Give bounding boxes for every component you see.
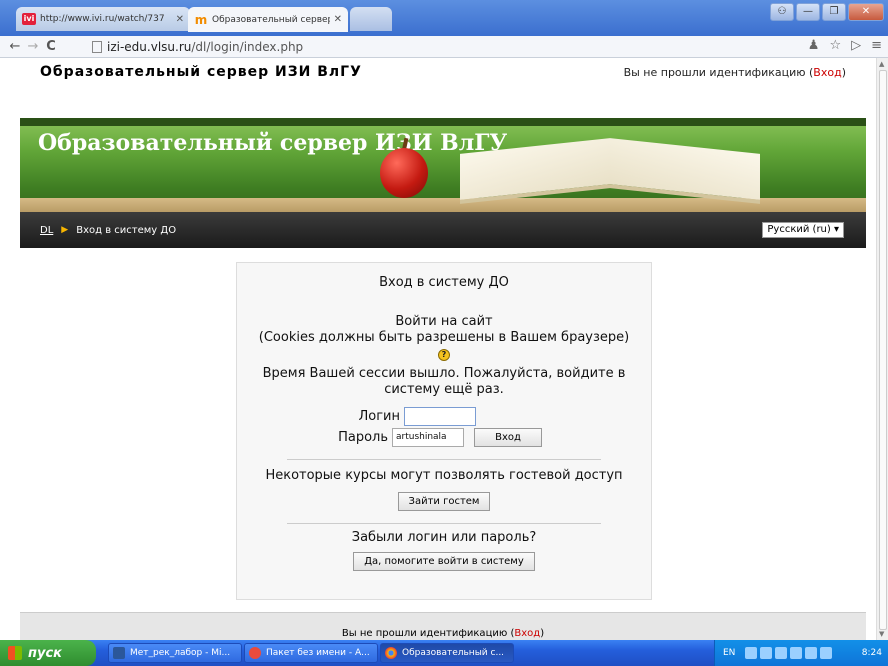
browser-toolbar: ← → C izi-edu.vlsu.ru /dl/login/index.ph… — [0, 36, 888, 58]
login-status-suffix: ) — [841, 66, 846, 79]
taskbar-item-app[interactable]: Пакет без имени - А... — [244, 643, 378, 663]
language-select[interactable]: Русский (ru) ▾ — [762, 222, 844, 238]
browser-titlebar: ivi http://www.ivi.ru/watch/737 ✕ m Обра… — [0, 0, 888, 36]
tab-title: Образовательный сервер И — [212, 14, 330, 25]
apple-image — [380, 148, 428, 198]
breadcrumb-home[interactable]: DL — [40, 225, 53, 236]
taskbar-item-word[interactable]: Мет_рек_лабор - Mi... — [108, 643, 242, 663]
login-form: Логин Пароль artushinala Вход — [237, 406, 651, 447]
breadcrumb-current: Вход в систему ДО — [76, 224, 177, 236]
login-box: Вход в систему ДО Войти на сайт (Cookies… — [236, 262, 652, 600]
input-language[interactable]: EN — [723, 648, 735, 658]
tray-icon[interactable] — [760, 647, 773, 659]
web-page: Образовательный сервер ИЗИ ВлГУ Вы не пр… — [0, 58, 876, 640]
taskbar-item-label: Пакет без имени - А... — [266, 648, 370, 658]
help-icon[interactable]: ? — [438, 349, 450, 361]
login-button[interactable]: Вход — [474, 427, 542, 447]
reload-icon[interactable]: C — [42, 39, 60, 54]
system-tray: EN 8:24 — [714, 640, 888, 666]
url-host: izi-edu.vlsu.ru — [107, 40, 192, 54]
address-bar[interactable]: izi-edu.vlsu.ru /dl/login/index.php — [92, 38, 792, 56]
footer-login-status: Вы не прошли идентификацию ( — [341, 628, 515, 639]
vertical-scrollbar[interactable]: ▲ ▼ — [876, 58, 888, 640]
tab-close-icon[interactable]: ✕ — [334, 14, 342, 25]
tab-close-icon[interactable]: ✕ — [176, 14, 184, 25]
url-path: /dl/login/index.php — [191, 40, 304, 54]
site-header: Образовательный сервер ИЗИ ВлГУ Вы не пр… — [20, 58, 866, 118]
username-label: Логин — [358, 408, 400, 424]
login-heading: Вход в систему ДО — [379, 275, 509, 290]
banner-top-strip — [20, 118, 866, 126]
footer-login-link[interactable]: Вход — [514, 628, 540, 639]
tray-icon[interactable] — [790, 647, 803, 659]
tray-icon[interactable] — [805, 647, 818, 659]
back-arrow-icon[interactable]: ← — [6, 39, 24, 54]
window-controls: ⚇ — ❐ ✕ — [770, 3, 884, 21]
start-button[interactable]: пуск — [0, 640, 96, 666]
taskbar-item-chrome[interactable]: Образовательный с... — [380, 643, 514, 663]
chrome-icon — [385, 647, 397, 659]
password-label: Пароль — [338, 429, 388, 445]
navbar: DL ▶ Вход в систему ДО Русский (ru) ▾ — [20, 212, 866, 248]
app-icon — [249, 647, 261, 659]
divider — [287, 523, 601, 524]
username-input[interactable] — [404, 406, 476, 426]
password-input[interactable]: artushinala — [392, 427, 464, 447]
menu-icon[interactable]: ≡ — [871, 38, 882, 53]
page-icon — [92, 41, 102, 53]
login-subtitle: Войти на сайт (Cookies должны быть разре… — [237, 314, 651, 362]
taskbar-item-label: Образовательный с... — [402, 648, 505, 658]
scroll-up-icon[interactable]: ▲ — [879, 60, 884, 68]
start-label: пуск — [28, 645, 62, 661]
login-link[interactable]: Вход — [813, 66, 841, 79]
login-status-text: Вы не прошли идентификацию ( — [623, 66, 814, 79]
minimize-button[interactable]: — — [796, 3, 820, 21]
forward-arrow-icon[interactable]: → — [24, 39, 42, 54]
tab-title: http://www.ivi.ru/watch/737 — [40, 14, 165, 24]
guest-login-button[interactable]: Зайти гостем — [397, 492, 491, 511]
bookmark-star-icon[interactable]: ☆ — [829, 38, 841, 53]
site-title: Образовательный сервер ИЗИ ВлГУ — [40, 64, 362, 80]
page-frame: Образовательный сервер ИЗИ ВлГУ Вы не пр… — [20, 58, 866, 640]
scrollbar-thumb[interactable] — [879, 70, 887, 630]
word-icon — [113, 647, 125, 659]
new-tab-button[interactable] — [350, 7, 392, 31]
scroll-down-icon[interactable]: ▼ — [879, 630, 884, 638]
login-status: Вы не прошли идентификацию (Вход) — [624, 66, 846, 79]
ivi-favicon-icon: ivi — [22, 13, 36, 25]
forgot-text: Забыли логин или пароль? — [351, 530, 537, 545]
forgot-password-button[interactable]: Да, помогите войти в систему — [353, 552, 535, 571]
user-icon[interactable]: ⚇ — [770, 3, 794, 21]
browser-tab-edu[interactable]: m Образовательный сервер И ✕ — [188, 7, 348, 32]
clock: 8:24 — [861, 648, 882, 658]
tray-icon[interactable] — [775, 647, 788, 659]
moodle-favicon-icon: m — [194, 12, 208, 27]
browser-tab-ivi[interactable]: ivi http://www.ivi.ru/watch/737 ✕ — [16, 7, 190, 31]
banner-title: Образовательный сервер ИЗИ ВлГУ — [38, 130, 508, 156]
cookies-note: (Cookies должны быть разрешены в Вашем б… — [258, 330, 630, 345]
login-subtitle-line1: Войти на сайт — [395, 314, 493, 329]
guest-text: Некоторые курсы могут позволять гостевой… — [265, 468, 623, 483]
page-footer: Вы не прошли идентификацию (Вход) — [20, 612, 866, 640]
session-expired-text: Время Вашей сессии вышло. Пожалуйста, во… — [262, 366, 626, 397]
site-banner: Образовательный сервер ИЗИ ВлГУ — [20, 118, 866, 212]
tray-icon[interactable] — [820, 647, 833, 659]
taskbar-item-label: Мет_рек_лабор - Mi... — [130, 648, 231, 658]
windows-taskbar: пуск Мет_рек_лабор - Mi... Пакет без име… — [0, 640, 888, 666]
tray-icon[interactable] — [745, 647, 758, 659]
close-button[interactable]: ✕ — [848, 3, 884, 21]
extension-icon[interactable]: ♟ — [808, 38, 820, 53]
play-icon[interactable]: ▷ — [851, 38, 861, 53]
footer-login-suffix: ) — [540, 628, 545, 639]
divider — [287, 459, 601, 460]
breadcrumb-separator-icon: ▶ — [61, 225, 69, 235]
windows-logo-icon — [8, 646, 22, 660]
maximize-button[interactable]: ❐ — [822, 3, 846, 21]
open-book-image — [460, 136, 760, 204]
